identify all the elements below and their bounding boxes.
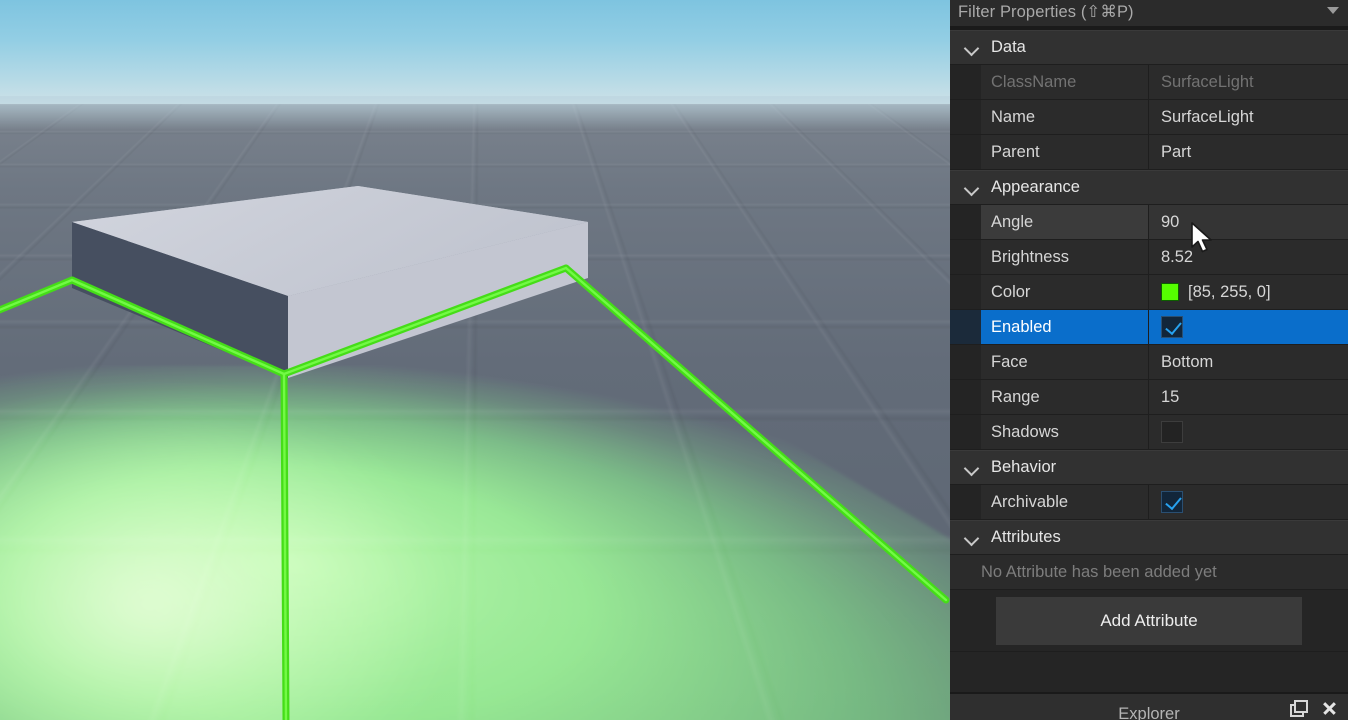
property-label: ClassName <box>981 65 1149 99</box>
category-header-behavior[interactable]: Behavior <box>950 450 1348 485</box>
property-list: Data ClassName SurfaceLight Name SurfaceLigh… <box>950 30 1348 652</box>
category-label: Behavior <box>991 458 1057 476</box>
property-label: Face <box>981 345 1149 379</box>
popout-window-icon[interactable] <box>1290 700 1308 717</box>
property-row-parent[interactable]: Parent Part <box>950 135 1348 170</box>
property-value-cell[interactable]: Part <box>1149 135 1348 169</box>
property-value-cell[interactable] <box>1149 485 1348 519</box>
property-value: Part <box>1161 142 1192 161</box>
checkbox-enabled[interactable] <box>1161 316 1183 338</box>
chevron-down-icon[interactable] <box>1327 7 1339 14</box>
3d-viewport[interactable] <box>0 0 950 720</box>
category-label: Data <box>991 38 1026 56</box>
property-row-archivable[interactable]: Archivable <box>950 485 1348 520</box>
property-label: Name <box>981 100 1149 134</box>
property-label: Archivable <box>981 485 1149 519</box>
row-indent <box>950 345 981 379</box>
row-indent <box>950 65 981 99</box>
property-label: Parent <box>981 135 1149 169</box>
property-value: SurfaceLight <box>1161 72 1254 91</box>
row-indent <box>950 135 981 169</box>
property-value-cell[interactable]: 8.52 <box>1149 240 1348 274</box>
property-row-classname[interactable]: ClassName SurfaceLight <box>950 65 1348 100</box>
category-header-attributes[interactable]: Attributes <box>950 520 1348 555</box>
row-indent <box>950 380 981 414</box>
property-value-cell[interactable]: SurfaceLight <box>1149 100 1348 134</box>
property-row-face[interactable]: Face Bottom <box>950 345 1348 380</box>
property-value: 90 <box>1161 212 1180 231</box>
light-cone-guides <box>0 264 950 720</box>
property-value: 15 <box>1161 387 1180 406</box>
property-row-angle[interactable]: Angle 90 <box>950 205 1348 240</box>
row-indent <box>950 275 981 309</box>
property-value: [85, 255, 0] <box>1188 282 1271 301</box>
property-label: Angle <box>981 205 1149 239</box>
filter-properties-label[interactable]: Filter Properties (⇧⌘P) <box>958 2 1134 22</box>
property-value: SurfaceLight <box>1161 107 1254 126</box>
property-value-cell[interactable] <box>1149 415 1348 449</box>
category-header-appearance[interactable]: Appearance <box>950 170 1348 205</box>
property-value-cell[interactable]: 15 <box>1149 380 1348 414</box>
properties-panel: Filter Properties (⇧⌘P) Data ClassName Sur… <box>950 0 1348 720</box>
property-row-range[interactable]: Range 15 <box>950 380 1348 415</box>
properties-panel-header: Filter Properties (⇧⌘P) <box>950 0 1348 26</box>
color-swatch[interactable] <box>1161 283 1179 301</box>
property-label: Brightness <box>981 240 1149 274</box>
explorer-title: Explorer <box>1118 705 1180 720</box>
close-icon[interactable] <box>1321 700 1338 717</box>
category-label: Attributes <box>991 528 1061 546</box>
explorer-window-controls <box>1290 700 1338 717</box>
property-row-shadows[interactable]: Shadows <box>950 415 1348 450</box>
property-row-color[interactable]: Color [85, 255, 0] <box>950 275 1348 310</box>
row-indent <box>950 205 981 239</box>
property-value-cell[interactable]: SurfaceLight <box>1149 65 1348 99</box>
row-indent <box>950 240 981 274</box>
category-header-data[interactable]: Data <box>950 30 1348 65</box>
checkbox-archivable[interactable] <box>1161 491 1183 513</box>
row-indent <box>950 310 981 344</box>
property-value-cell[interactable] <box>1149 310 1348 344</box>
property-value-cell[interactable]: 90 <box>1149 205 1348 239</box>
property-value-cell[interactable]: Bottom <box>1149 345 1348 379</box>
property-label: Shadows <box>981 415 1149 449</box>
add-attribute-row: Add Attribute <box>950 590 1348 652</box>
property-label: Range <box>981 380 1149 414</box>
category-label: Appearance <box>991 178 1080 196</box>
row-indent <box>950 100 981 134</box>
add-attribute-button[interactable]: Add Attribute <box>996 596 1302 645</box>
property-value: 8.52 <box>1161 247 1194 266</box>
property-row-brightness[interactable]: Brightness 8.52 <box>950 240 1348 275</box>
chevron-down-icon[interactable] <box>963 39 981 57</box>
panel-filler <box>950 652 1348 692</box>
studio-window: Filter Properties (⇧⌘P) Data ClassName Sur… <box>0 0 1348 720</box>
explorer-dock-bar[interactable]: Explorer <box>950 692 1348 720</box>
row-indent <box>950 485 981 519</box>
chevron-down-icon[interactable] <box>963 529 981 547</box>
property-row-enabled[interactable]: Enabled <box>950 310 1348 345</box>
property-value-cell[interactable]: [85, 255, 0] <box>1149 275 1348 309</box>
property-value: Bottom <box>1161 352 1214 371</box>
chevron-down-icon[interactable] <box>963 179 981 197</box>
property-row-name[interactable]: Name SurfaceLight <box>950 100 1348 135</box>
property-label: Color <box>981 275 1149 309</box>
property-label: Enabled <box>981 310 1149 344</box>
chevron-down-icon[interactable] <box>963 459 981 477</box>
checkbox-shadows[interactable] <box>1161 421 1183 443</box>
attributes-empty-message: No Attribute has been added yet <box>950 555 1348 590</box>
row-indent <box>950 415 981 449</box>
